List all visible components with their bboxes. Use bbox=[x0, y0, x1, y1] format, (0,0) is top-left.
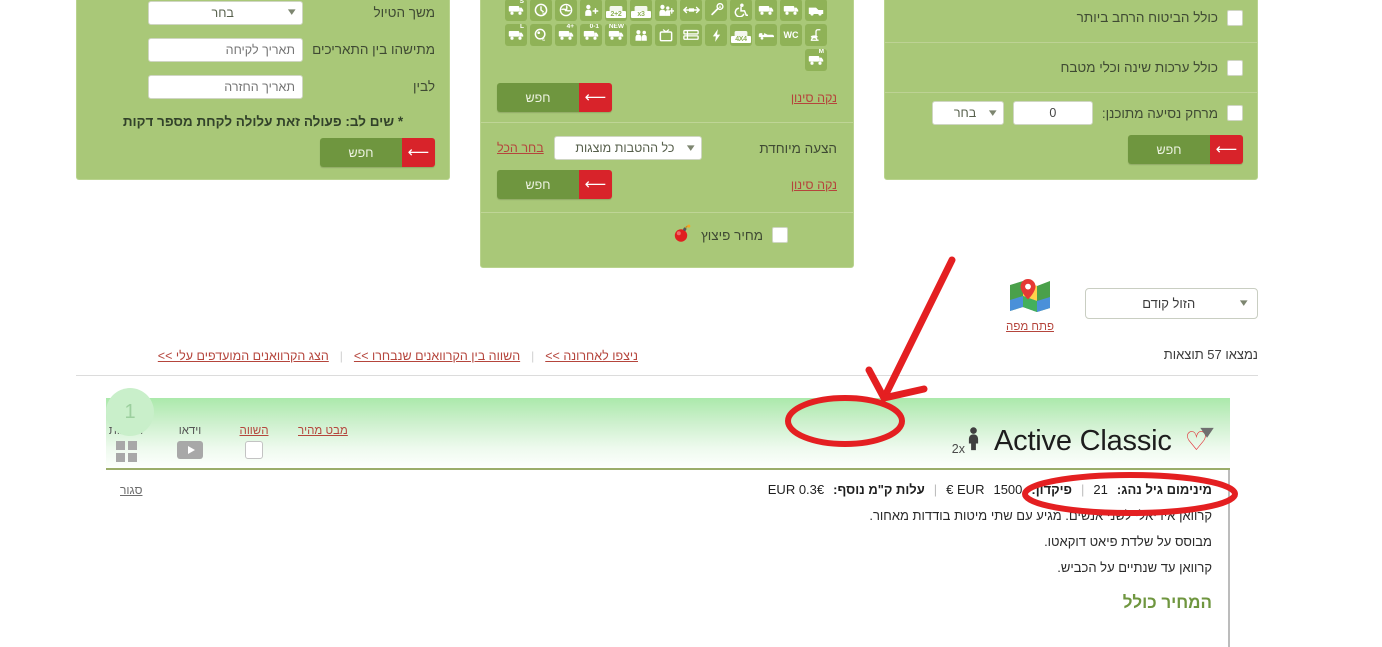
annotation-overlay bbox=[785, 256, 1238, 516]
